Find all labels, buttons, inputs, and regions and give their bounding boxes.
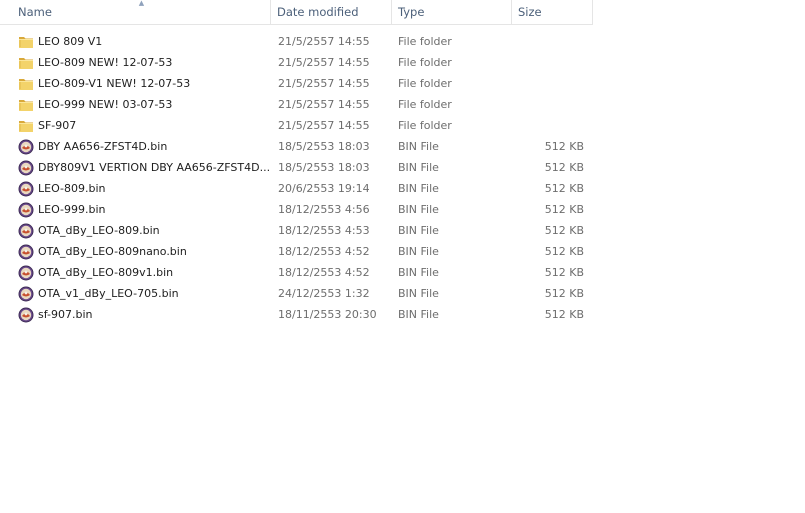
column-header-type[interactable]: Type bbox=[392, 0, 512, 24]
file-type: File folder bbox=[398, 98, 452, 111]
file-type: BIN File bbox=[398, 161, 439, 174]
file-type: File folder bbox=[398, 119, 452, 132]
sort-up-arrow-icon: ▲ bbox=[138, 0, 145, 7]
folder-icon bbox=[18, 55, 34, 71]
file-date-modified: 21/5/2557 14:55 bbox=[278, 119, 370, 132]
file-list-row[interactable]: OTA_dBy_LEO-809v1.bin 18/12/2553 4:52 BIN … bbox=[12, 262, 593, 283]
file-size: 512 KB bbox=[544, 182, 584, 195]
file-list-row[interactable]: sf-907.bin 18/11/2553 20:30 BIN File 512 KB bbox=[12, 304, 593, 325]
file-type: File folder bbox=[398, 35, 452, 48]
file-type: BIN File bbox=[398, 245, 439, 258]
bin-file-icon bbox=[18, 223, 34, 239]
bin-file-icon bbox=[18, 286, 34, 302]
file-name: OTA_dBy_LEO-809.bin bbox=[38, 224, 160, 237]
file-date-modified: 21/5/2557 14:55 bbox=[278, 98, 370, 111]
file-type: BIN File bbox=[398, 287, 439, 300]
file-list-row[interactable]: LEO-809.bin 20/6/2553 19:14 BIN File 512 KB bbox=[12, 178, 593, 199]
file-name: OTA_dBy_LEO-809v1.bin bbox=[38, 266, 174, 279]
file-size: 512 KB bbox=[544, 245, 584, 258]
file-name: OTA_dBy_LEO-809nano.bin bbox=[38, 245, 187, 258]
bin-file-icon bbox=[18, 307, 34, 323]
file-type: BIN File bbox=[398, 203, 439, 216]
file-date-modified: 20/6/2553 19:14 bbox=[278, 182, 370, 195]
file-list-row[interactable]: DBY809V1 VERTION DBY AA656-ZFST4D.... 18/… bbox=[12, 157, 593, 178]
folder-icon bbox=[18, 76, 34, 92]
file-size: 512 KB bbox=[544, 266, 584, 279]
file-type: File folder bbox=[398, 56, 452, 69]
folder-icon bbox=[18, 118, 34, 134]
file-date-modified: 18/5/2553 18:03 bbox=[278, 140, 370, 153]
file-date-modified: 18/12/2553 4:53 bbox=[278, 224, 370, 237]
file-date-modified: 18/12/2553 4:52 bbox=[278, 245, 370, 258]
file-list-row[interactable]: DBY AA656-ZFST4D.bin 18/5/2553 18:03 BIN F… bbox=[12, 136, 593, 157]
file-type: BIN File bbox=[398, 266, 439, 279]
file-type: File folder bbox=[398, 77, 452, 90]
file-type: BIN File bbox=[398, 182, 439, 195]
file-date-modified: 18/12/2553 4:56 bbox=[278, 203, 370, 216]
file-name: LEO-809.bin bbox=[38, 182, 106, 195]
file-name: LEO-999 NEW! 03-07-53 bbox=[38, 98, 173, 111]
file-date-modified: 18/11/2553 20:30 bbox=[278, 308, 377, 321]
folder-icon bbox=[18, 97, 34, 113]
file-name: DBY AA656-ZFST4D.bin bbox=[38, 140, 168, 153]
file-list-row[interactable]: LEO-809-V1 NEW! 12-07-53 21/5/2557 14:55 F… bbox=[12, 73, 593, 94]
file-date-modified: 18/12/2553 4:52 bbox=[278, 266, 370, 279]
file-explorer-window: Name ▲ Date modified Type Size LEO 809 V… bbox=[0, 0, 805, 513]
file-size: 512 KB bbox=[544, 224, 584, 237]
file-name: LEO-999.bin bbox=[38, 203, 106, 216]
file-type: BIN File bbox=[398, 224, 439, 237]
file-name: SF-907 bbox=[38, 119, 77, 132]
file-size: 512 KB bbox=[544, 287, 584, 300]
file-list-row[interactable]: OTA_v1_dBy_LEO-705.bin 24/12/2553 1:32 BIN… bbox=[12, 283, 593, 304]
file-name: DBY809V1 VERTION DBY AA656-ZFST4D.... bbox=[38, 161, 271, 174]
file-name: OTA_v1_dBy_LEO-705.bin bbox=[38, 287, 179, 300]
bin-file-icon bbox=[18, 160, 34, 176]
file-list-row[interactable]: LEO 809 V1 21/5/2557 14:55 File folder bbox=[12, 31, 593, 52]
column-header-date-modified[interactable]: Date modified bbox=[271, 0, 392, 24]
file-list-row[interactable]: OTA_dBy_LEO-809.bin 18/12/2553 4:53 BIN Fi… bbox=[12, 220, 593, 241]
file-list-row[interactable]: LEO-809 NEW! 12-07-53 21/5/2557 14:55 File… bbox=[12, 52, 593, 73]
column-header-size[interactable]: Size bbox=[512, 0, 593, 24]
file-name: LEO-809-V1 NEW! 12-07-53 bbox=[38, 77, 191, 90]
file-name: LEO 809 V1 bbox=[38, 35, 103, 48]
file-list-row[interactable]: OTA_dBy_LEO-809nano.bin 18/12/2553 4:52 BI… bbox=[12, 241, 593, 262]
file-list-row[interactable]: SF-907 21/5/2557 14:55 File folder bbox=[12, 115, 593, 136]
bin-file-icon bbox=[18, 202, 34, 218]
file-size: 512 KB bbox=[544, 203, 584, 216]
folder-icon bbox=[18, 34, 34, 50]
file-date-modified: 21/5/2557 14:55 bbox=[278, 56, 370, 69]
bin-file-icon bbox=[18, 244, 34, 260]
file-name: LEO-809 NEW! 12-07-53 bbox=[38, 56, 173, 69]
bin-file-icon bbox=[18, 181, 34, 197]
file-list-row[interactable]: LEO-999.bin 18/12/2553 4:56 BIN File 512 KB bbox=[12, 199, 593, 220]
file-size: 512 KB bbox=[544, 308, 584, 321]
column-header-bar: Name ▲ Date modified Type Size bbox=[0, 0, 593, 25]
file-date-modified: 21/5/2557 14:55 bbox=[278, 77, 370, 90]
bin-file-icon bbox=[18, 265, 34, 281]
file-type: BIN File bbox=[398, 140, 439, 153]
file-size: 512 KB bbox=[544, 161, 584, 174]
bin-file-icon bbox=[18, 139, 34, 155]
file-date-modified: 24/12/2553 1:32 bbox=[278, 287, 370, 300]
file-list: LEO 809 V1 21/5/2557 14:55 File folder LEO-… bbox=[12, 31, 593, 325]
file-name: sf-907.bin bbox=[38, 308, 93, 321]
file-type: BIN File bbox=[398, 308, 439, 321]
file-date-modified: 18/5/2553 18:03 bbox=[278, 161, 370, 174]
file-list-row[interactable]: LEO-999 NEW! 03-07-53 21/5/2557 14:55 File… bbox=[12, 94, 593, 115]
file-size: 512 KB bbox=[544, 140, 584, 153]
file-date-modified: 21/5/2557 14:55 bbox=[278, 35, 370, 48]
